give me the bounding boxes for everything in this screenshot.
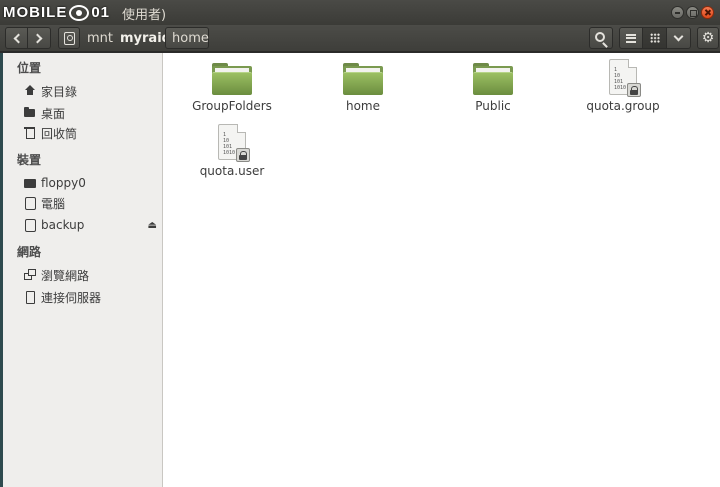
- list-view-button[interactable]: [619, 27, 643, 49]
- sidebar-item-label: 連接伺服器: [41, 290, 102, 305]
- sidebar-item-computer[interactable]: 電腦: [23, 194, 163, 212]
- sidebar-section-devices: 裝置: [17, 153, 42, 167]
- sidebar-item-desktop[interactable]: 桌面: [23, 104, 163, 122]
- floppy-icon: [23, 176, 37, 190]
- drive-icon: [63, 31, 75, 45]
- sidebar-item-browse-network[interactable]: 瀏覽網路: [23, 266, 163, 284]
- sidebar-item-label: 家目錄: [41, 84, 78, 99]
- settings-button[interactable]: ⚙: [697, 27, 719, 49]
- maximize-button[interactable]: [686, 6, 699, 19]
- drive-icon: [23, 218, 37, 232]
- grid-view-button[interactable]: [643, 27, 667, 49]
- chevron-down-icon: [673, 31, 684, 41]
- grid-view-icon: [649, 33, 660, 43]
- window-titlebar: MOBILE 01 使用者): [0, 0, 720, 25]
- file-label: home: [345, 99, 381, 113]
- folder-icon: [343, 63, 383, 95]
- back-button[interactable]: [5, 27, 28, 49]
- drive-icon: [23, 196, 37, 210]
- toolbar: mnt myraid home ⚙: [0, 25, 720, 52]
- binary-file-icon: 1 10 101 1010: [218, 124, 250, 162]
- sidebar-item-floppy0[interactable]: floppy0: [23, 174, 163, 192]
- chevron-left-icon: [13, 33, 23, 43]
- home-icon: [23, 84, 37, 98]
- sidebar-section-places: 位置: [17, 61, 42, 75]
- watermark-text-suffix: 01: [91, 4, 111, 21]
- file-item-quota-group[interactable]: 1 10 101 1010 quota.group: [568, 59, 678, 113]
- server-icon: [23, 290, 37, 304]
- folder-icon: [473, 63, 513, 95]
- watermark-logo: MOBILE 01: [3, 2, 110, 23]
- sidebar-item-trash[interactable]: 回收筒: [23, 124, 163, 142]
- search-icon: [595, 32, 605, 42]
- watermark-eye-icon: [69, 4, 90, 21]
- folder-icon: [23, 106, 37, 120]
- breadcrumb-drive-button[interactable]: [58, 27, 80, 49]
- network-icon: [23, 268, 37, 282]
- view-options-button[interactable]: [667, 27, 691, 49]
- lock-icon: [236, 148, 250, 162]
- file-label: quota.user: [199, 164, 265, 178]
- sidebar-section-network: 網路: [17, 245, 42, 259]
- binary-file-icon: 1 10 101 1010: [609, 59, 641, 97]
- sidebar-item-backup[interactable]: backup ⏏: [23, 216, 163, 234]
- gear-icon: ⚙: [701, 30, 715, 46]
- sidebar-item-connect-server[interactable]: 連接伺服器: [23, 288, 163, 306]
- minimize-button[interactable]: [671, 6, 684, 19]
- close-button[interactable]: [701, 6, 714, 19]
- folder-icon: [212, 63, 252, 95]
- file-label: quota.group: [586, 99, 660, 113]
- file-item-groupfolders[interactable]: GroupFolders: [177, 63, 287, 113]
- file-label: Public: [475, 99, 511, 113]
- breadcrumb-home[interactable]: home: [165, 27, 209, 49]
- sidebar-item-label: 桌面: [41, 106, 66, 121]
- file-item-public[interactable]: Public: [438, 63, 548, 113]
- eject-icon[interactable]: ⏏: [148, 220, 157, 231]
- search-button[interactable]: [589, 27, 613, 49]
- watermark-text: MOBILE: [3, 4, 68, 21]
- window-title: 使用者): [122, 8, 167, 23]
- forward-button[interactable]: [28, 27, 51, 49]
- sidebar-item-label: 回收筒: [41, 126, 78, 141]
- file-item-quota-user[interactable]: 1 10 101 1010 quota.user: [177, 124, 287, 178]
- sidebar-item-label: 瀏覽網路: [41, 268, 90, 283]
- trash-icon: [23, 126, 37, 140]
- chevron-right-icon: [32, 33, 43, 43]
- sidebar-item-label: floppy0: [41, 176, 86, 190]
- list-view-icon: [626, 33, 636, 43]
- file-label: GroupFolders: [192, 99, 272, 113]
- sidebar: 位置 家目錄 桌面 回收筒 裝置 floppy0 電腦 backup ⏏ 網路 …: [0, 53, 163, 487]
- sidebar-item-label: 電腦: [41, 196, 66, 211]
- lock-icon: [627, 83, 641, 97]
- file-item-home[interactable]: home: [308, 63, 418, 113]
- sidebar-item-home[interactable]: 家目錄: [23, 82, 163, 100]
- file-view[interactable]: GroupFolders home Public 1 10 101 1010 q…: [163, 53, 720, 487]
- sidebar-item-label: backup: [41, 218, 85, 232]
